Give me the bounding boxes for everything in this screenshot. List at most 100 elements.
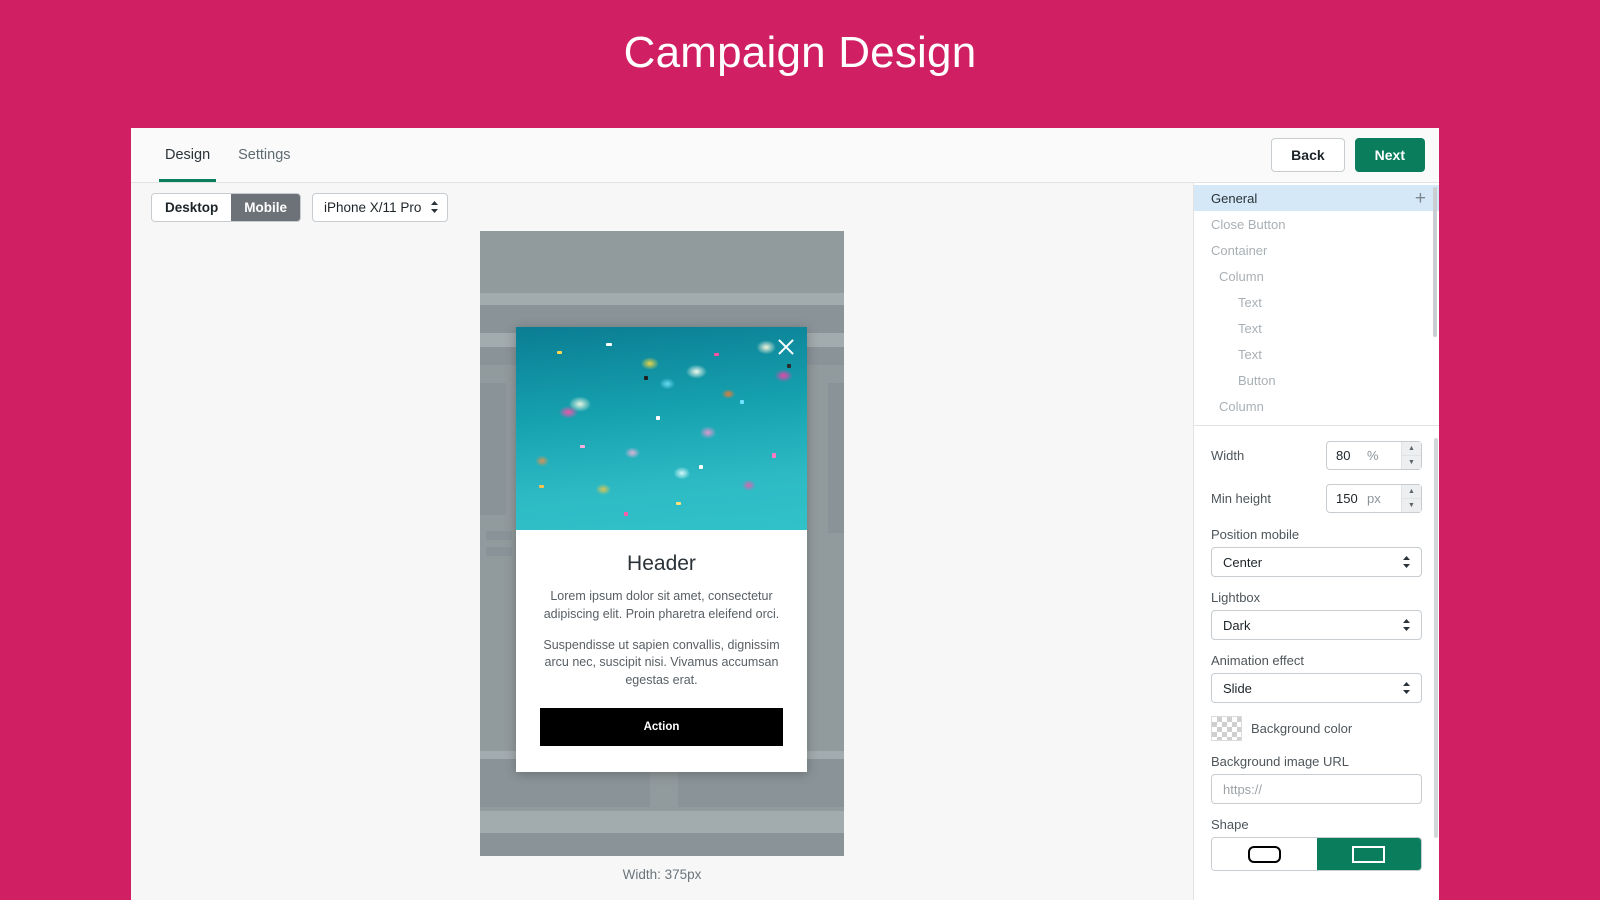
viewport-toggle: Desktop Mobile bbox=[151, 193, 301, 222]
topbar-actions: Back Next bbox=[1271, 138, 1425, 172]
viewport-desktop-button[interactable]: Desktop bbox=[152, 194, 231, 221]
tab-settings-label: Settings bbox=[238, 147, 290, 163]
popup-hero-image bbox=[516, 327, 807, 530]
tab-design[interactable]: Design bbox=[151, 128, 224, 182]
lightbox-value: Dark bbox=[1223, 618, 1250, 633]
animation-effect-value: Slide bbox=[1223, 681, 1252, 696]
next-button[interactable]: Next bbox=[1355, 138, 1425, 172]
rounded-rectangle-icon bbox=[1248, 846, 1281, 863]
layer-label: Column bbox=[1219, 269, 1264, 284]
app-window: Design Settings Back Next Desktop Mobile… bbox=[131, 128, 1439, 900]
width-value[interactable]: 80 bbox=[1327, 448, 1367, 463]
confetti-piece bbox=[676, 502, 681, 505]
device-select-value: iPhone X/11 Pro bbox=[324, 200, 421, 215]
canvas-column: Desktop Mobile iPhone X/11 Pro bbox=[131, 183, 1193, 900]
mock-chip-1 bbox=[486, 531, 512, 540]
min-height-stepper[interactable]: 150 px ▲ ▼ bbox=[1326, 484, 1422, 513]
preview-width-label: Width: 375px bbox=[623, 867, 702, 882]
popup-paragraph-2: Suspendisse ut sapien convallis, digniss… bbox=[540, 637, 783, 690]
width-increment-button[interactable]: ▲ bbox=[1402, 442, 1421, 456]
layer-item-close-button[interactable]: Close Button bbox=[1194, 211, 1439, 237]
layer-item-general[interactable]: General + bbox=[1194, 185, 1439, 211]
shape-rounded-button[interactable] bbox=[1212, 838, 1317, 870]
layer-item-text-2[interactable]: Text bbox=[1194, 315, 1439, 341]
confetti-piece bbox=[656, 416, 660, 420]
confetti-piece bbox=[772, 453, 776, 458]
mock-band-7 bbox=[480, 833, 844, 856]
layer-item-button[interactable]: Button bbox=[1194, 367, 1439, 393]
animation-effect-select[interactable]: Slide bbox=[1211, 673, 1422, 703]
shape-label: Shape bbox=[1211, 817, 1422, 832]
animation-effect-label: Animation effect bbox=[1211, 653, 1422, 668]
layer-tree: General + Close Button Container Column … bbox=[1194, 183, 1439, 426]
confetti-piece bbox=[539, 485, 544, 488]
properties-panel: General + Close Button Container Column … bbox=[1193, 183, 1439, 900]
layer-label: Text bbox=[1238, 295, 1262, 310]
tab-settings[interactable]: Settings bbox=[224, 128, 304, 182]
tab-list: Design Settings bbox=[131, 128, 305, 182]
layer-label: Container bbox=[1211, 243, 1267, 258]
layer-item-column-2[interactable]: Column bbox=[1194, 393, 1439, 419]
popup-action-button[interactable]: Action bbox=[540, 708, 783, 746]
workspace: Desktop Mobile iPhone X/11 Pro bbox=[131, 183, 1439, 900]
property-background-color: Background color bbox=[1211, 716, 1422, 741]
confetti-piece bbox=[644, 376, 648, 380]
min-height-label: Min height bbox=[1211, 491, 1326, 506]
layer-item-container[interactable]: Container bbox=[1194, 237, 1439, 263]
back-button[interactable]: Back bbox=[1271, 138, 1344, 172]
min-height-unit: px bbox=[1367, 491, 1381, 506]
lightbox-select[interactable]: Dark bbox=[1211, 610, 1422, 640]
min-height-value[interactable]: 150 bbox=[1327, 491, 1367, 506]
shape-square-button[interactable] bbox=[1317, 838, 1422, 870]
popup-header-text: Header bbox=[540, 552, 783, 576]
close-icon[interactable] bbox=[775, 336, 797, 358]
layer-label: Column bbox=[1219, 399, 1264, 414]
chevron-updown-icon bbox=[430, 200, 439, 214]
layer-item-text-1[interactable]: Text bbox=[1194, 289, 1439, 315]
chevron-updown-icon bbox=[1402, 681, 1411, 695]
min-height-spinner[interactable]: ▲ ▼ bbox=[1401, 485, 1421, 512]
min-height-increment-button[interactable]: ▲ bbox=[1402, 485, 1421, 499]
position-mobile-label: Position mobile bbox=[1211, 527, 1422, 542]
layer-label: Text bbox=[1238, 321, 1262, 336]
popup-body: Header Lorem ipsum dolor sit amet, conse… bbox=[516, 530, 807, 772]
background-color-label: Background color bbox=[1251, 721, 1352, 736]
confetti-piece bbox=[714, 353, 719, 356]
canvas-toolbar: Desktop Mobile iPhone X/11 Pro bbox=[131, 183, 1193, 231]
layer-label: Text bbox=[1238, 347, 1262, 362]
mock-chip-2 bbox=[486, 547, 512, 556]
property-list: Width 80 % ▲ ▼ Min height 150 px bbox=[1194, 426, 1439, 900]
width-decrement-button[interactable]: ▼ bbox=[1402, 456, 1421, 469]
popup-paragraph-1: Lorem ipsum dolor sit amet, consectetur … bbox=[540, 588, 783, 624]
property-width: Width 80 % ▲ ▼ bbox=[1211, 441, 1422, 470]
chevron-updown-icon bbox=[1402, 618, 1411, 632]
device-preview: Header Lorem ipsum dolor sit amet, conse… bbox=[480, 231, 844, 856]
lightbox-label: Lightbox bbox=[1211, 590, 1422, 605]
min-height-decrement-button[interactable]: ▼ bbox=[1402, 499, 1421, 512]
chevron-updown-glyph bbox=[430, 200, 439, 214]
background-image-url-input[interactable] bbox=[1211, 774, 1422, 804]
plus-icon[interactable]: + bbox=[1415, 189, 1426, 208]
background-color-swatch[interactable] bbox=[1211, 716, 1242, 741]
page-title: Campaign Design bbox=[0, 0, 1600, 128]
confetti-piece bbox=[699, 465, 703, 469]
device-select[interactable]: iPhone X/11 Pro bbox=[312, 193, 448, 222]
shape-toggle-group bbox=[1211, 837, 1422, 871]
width-unit: % bbox=[1367, 448, 1379, 463]
confetti-piece bbox=[787, 364, 791, 368]
width-stepper[interactable]: 80 % ▲ ▼ bbox=[1326, 441, 1422, 470]
properties-panel-scrollbar[interactable] bbox=[1434, 438, 1438, 838]
mock-col-right bbox=[828, 383, 844, 533]
background-image-url-label: Background image URL bbox=[1211, 754, 1422, 769]
position-mobile-select[interactable]: Center bbox=[1211, 547, 1422, 577]
chevron-updown-glyph bbox=[1402, 555, 1411, 569]
layer-item-text-3[interactable]: Text bbox=[1194, 341, 1439, 367]
tab-design-label: Design bbox=[165, 147, 210, 163]
mock-col-left bbox=[480, 383, 506, 515]
confetti-piece bbox=[606, 343, 612, 346]
confetti-piece bbox=[557, 351, 562, 354]
width-spinner[interactable]: ▲ ▼ bbox=[1401, 442, 1421, 469]
layer-tree-scrollbar[interactable] bbox=[1433, 187, 1437, 337]
layer-item-column-1[interactable]: Column bbox=[1194, 263, 1439, 289]
viewport-mobile-button[interactable]: Mobile bbox=[231, 194, 300, 221]
